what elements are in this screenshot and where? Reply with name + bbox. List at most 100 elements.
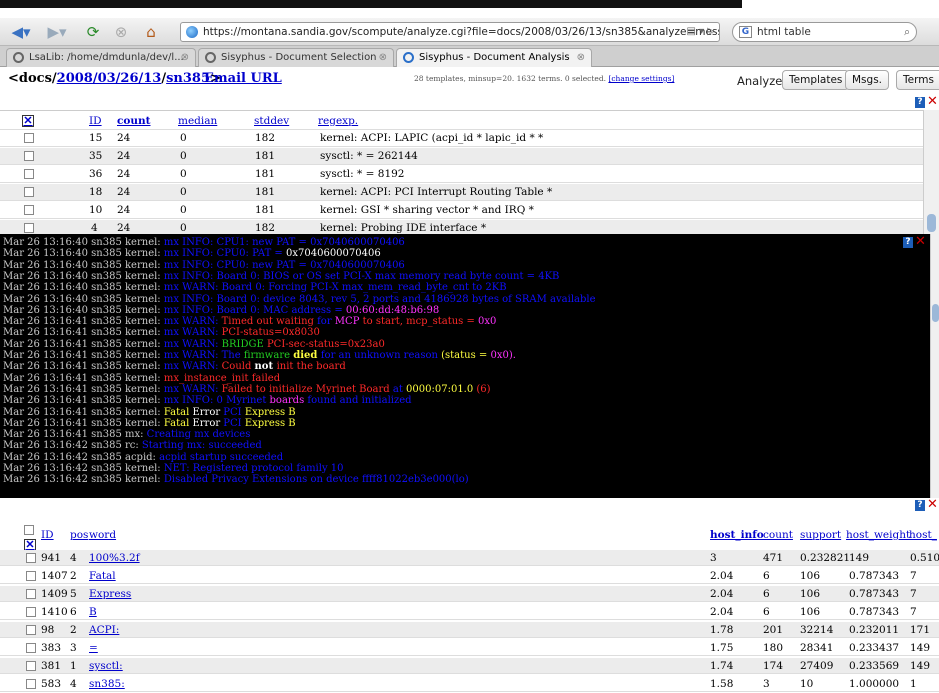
- cell-word-link[interactable]: B: [89, 604, 97, 620]
- col-median[interactable]: median: [178, 113, 217, 130]
- email-url-link[interactable]: Email URL: [204, 71, 282, 86]
- cell-support: 10: [800, 678, 814, 690]
- tab-label: Sisyphus - Document Analysis: [419, 52, 570, 63]
- col-host-weight[interactable]: host_weight: [846, 527, 910, 543]
- reload-icon: ⟳: [86, 23, 100, 41]
- cell-word-link[interactable]: Fatal: [89, 568, 116, 584]
- col-host[interactable]: host_: [909, 527, 937, 543]
- msgs-button[interactable]: Msgs.: [845, 70, 890, 90]
- log-segment: mx INFO: Board 0: MAC address =: [160, 304, 346, 316]
- tab-document-selection[interactable]: Sisyphus - Document Selection ⊗: [198, 48, 394, 67]
- breadcrumb: <docs/2008/03/26/13/sn385>: [8, 71, 221, 86]
- cell-host-info: 3: [710, 552, 717, 564]
- log-segment: PCI-sec-status=0x23a0: [266, 338, 385, 350]
- cell-count: 3: [763, 678, 770, 690]
- col-support[interactable]: support: [800, 527, 841, 543]
- cell-stddev: 181: [255, 186, 276, 198]
- words-header-row: ✕ ID pos word host_info count support ho…: [0, 525, 939, 551]
- cell-pos: 1: [70, 660, 77, 672]
- reload-button[interactable]: ⟳: [82, 22, 104, 42]
- log-scroll-thumb[interactable]: [932, 304, 939, 322]
- log-segment: mx INFO: Board 0: BIOS or OS set PCI-X m…: [160, 270, 560, 282]
- close-icon[interactable]: ✕: [927, 95, 938, 108]
- cell-id: 381: [41, 660, 62, 672]
- log-segment: died: [293, 350, 321, 361]
- log-line-prefix: Mar 26 13:16:41 sn385 kernel:: [3, 395, 161, 407]
- log-segment: mx WARN: Board 0: Forcing PCI-X max_mem_…: [160, 282, 507, 294]
- log-line-prefix: Mar 26 13:16:41 sn385 kernel:: [3, 350, 161, 361]
- cell-id: 35: [89, 150, 103, 162]
- cell-word-link[interactable]: 100%3.2f: [89, 550, 140, 566]
- log-segment: mx INFO: CPU0: new PAT = 0x7040600070406: [160, 259, 405, 271]
- tab-close-icon[interactable]: ⊗: [181, 49, 189, 66]
- templates-button[interactable]: Templates: [782, 70, 850, 90]
- search-icon[interactable]: ⌕: [904, 23, 910, 41]
- stats-text: 28 templates, minsup=20. 1632 terms. 0 s…: [414, 74, 607, 83]
- cell-support: 32214: [800, 624, 834, 636]
- cell-id: 1409: [41, 588, 68, 600]
- terms-button[interactable]: Terms: [896, 70, 939, 90]
- stop-button[interactable]: ⊗: [110, 22, 132, 42]
- log-segment: PCI-status=0x8030: [221, 327, 320, 339]
- log-segment: PCI: [223, 406, 245, 418]
- close-icon[interactable]: ✕: [915, 235, 926, 248]
- back-button[interactable]: ◀▾: [6, 22, 36, 42]
- log-line: Mar 26 13:16:41 sn385 kernel: mx WARN: T…: [3, 316, 496, 327]
- log-line-prefix: Mar 26 13:16:41 sn385 kernel:: [3, 406, 161, 418]
- browser-toolbar: ◀▾ ▶▾ ⟳ ⊗ ⌂ https://montana.sandia.gov/s…: [0, 18, 939, 46]
- help-icon[interactable]: ?: [915, 500, 925, 511]
- cell-word-link[interactable]: ACPI:: [89, 622, 119, 638]
- col-stddev[interactable]: stddev: [254, 113, 289, 130]
- help-icon[interactable]: ?: [903, 237, 913, 248]
- log-scrollbar[interactable]: [930, 234, 939, 498]
- log-segment: mx INFO: 0 Myrinet: [160, 395, 270, 407]
- cell-id: 1410: [41, 606, 68, 618]
- table-row: 1407 2 Fatal 2.04 6 106 0.787343 7: [0, 568, 939, 584]
- log-segment: not: [254, 361, 277, 373]
- screen-top-strip: [0, 0, 939, 18]
- log-segment: (6): [476, 383, 491, 395]
- table-row: 98 2 ACPI: 1.78 201 32214 0.232011 171: [0, 622, 939, 638]
- search-box[interactable]: G html table ⌕: [732, 22, 917, 42]
- cell-word-link[interactable]: =: [89, 640, 98, 656]
- col-pos[interactable]: pos: [70, 527, 88, 543]
- cell-median: 0: [180, 132, 187, 144]
- rss-dropdown-icon[interactable]: ▤ ▾ ▷: [686, 23, 715, 41]
- col-id[interactable]: ID: [89, 113, 102, 130]
- close-icon[interactable]: ✕: [927, 498, 938, 511]
- col-word-id[interactable]: ID: [41, 527, 54, 543]
- log-line-prefix: Mar 26 13:16:41 sn385 kernel:: [3, 338, 161, 350]
- cell-host-weight: 0.233437: [849, 642, 900, 654]
- col-regexp[interactable]: regexp.: [318, 113, 358, 130]
- log-segment: mx INFO: CPU1: new PAT = 0x7040600070406: [160, 237, 405, 248]
- templates-scrollbar[interactable]: [923, 110, 939, 234]
- log-segment: MCP: [334, 316, 363, 328]
- tab-close-icon[interactable]: ⊗: [577, 49, 585, 66]
- col-count[interactable]: count: [117, 113, 151, 130]
- log-line: Mar 26 13:16:40 sn385 kernel: mx INFO: C…: [3, 237, 405, 248]
- tab-favicon-icon: [403, 52, 414, 63]
- col-word[interactable]: word: [89, 527, 116, 543]
- cell-count: 6: [763, 588, 770, 600]
- tab-close-icon[interactable]: ⊗: [379, 49, 387, 66]
- help-icon[interactable]: ?: [915, 97, 925, 108]
- change-settings-link[interactable]: [change settings]: [608, 74, 674, 83]
- col-word-count[interactable]: count: [763, 527, 793, 543]
- google-engine-icon[interactable]: G: [739, 26, 752, 38]
- cell-word-link[interactable]: Express: [89, 586, 131, 602]
- col-host-info[interactable]: host_info: [710, 527, 764, 543]
- cell-support: 106: [800, 570, 821, 582]
- tab-document-analysis[interactable]: Sisyphus - Document Analysis ⊗: [396, 48, 592, 67]
- home-button[interactable]: ⌂: [140, 22, 162, 42]
- log-line-prefix: Mar 26 13:16:40 sn385 kernel:: [3, 237, 161, 248]
- cell-word-link[interactable]: sn385:: [89, 676, 125, 692]
- url-bar[interactable]: https://montana.sandia.gov/scompute/anal…: [180, 22, 720, 42]
- home-icon: ⌂: [146, 23, 156, 41]
- cell-word-link[interactable]: sysctl:: [89, 658, 123, 674]
- log-segment: found and initialized: [307, 395, 412, 407]
- breadcrumb-date-link[interactable]: 2008/03/26/13: [57, 71, 162, 86]
- forward-button[interactable]: ▶▾: [42, 22, 72, 42]
- templates-scroll-thumb[interactable]: [927, 214, 936, 232]
- cell-count: 24: [117, 150, 131, 162]
- tab-lsalib[interactable]: LsaLib: /home/dmdunla/dev/l... ⊗: [6, 48, 196, 67]
